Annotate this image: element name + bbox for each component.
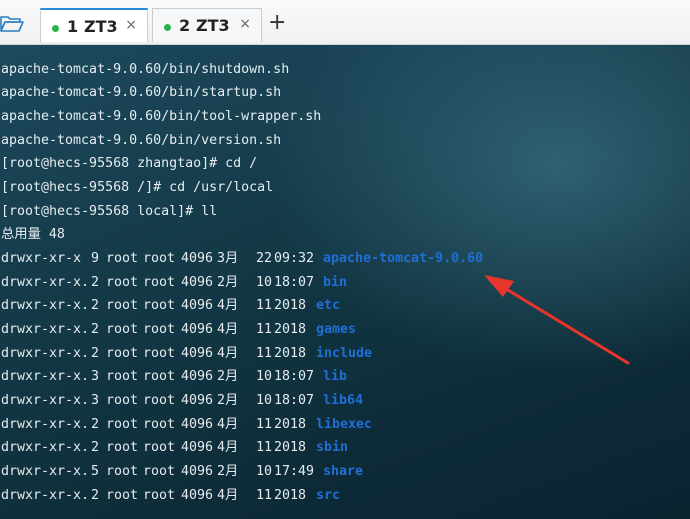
connected-status-dot — [164, 24, 171, 31]
tab-bar: 1 ZT3 × 2 ZT3 × + — [0, 0, 690, 45]
tab-label: ZT3 — [196, 16, 230, 35]
connected-status-dot — [52, 25, 59, 32]
red-arrow — [484, 275, 630, 365]
tab-number: 1 — [67, 17, 79, 36]
tab-label: ZT3 — [84, 17, 118, 36]
folder-icon[interactable] — [0, 13, 24, 33]
close-icon[interactable]: × — [125, 17, 137, 33]
terminal-output[interactable]: apache-tomcat-9.0.60/bin/shutdown.sh apa… — [0, 45, 690, 519]
close-icon[interactable]: × — [239, 16, 251, 32]
tab-session-1[interactable]: 1 ZT3 × — [40, 8, 148, 42]
tab-number: 2 — [179, 16, 191, 35]
plus-icon[interactable]: + — [268, 10, 286, 35]
tab-session-2[interactable]: 2 ZT3 × — [152, 8, 262, 42]
